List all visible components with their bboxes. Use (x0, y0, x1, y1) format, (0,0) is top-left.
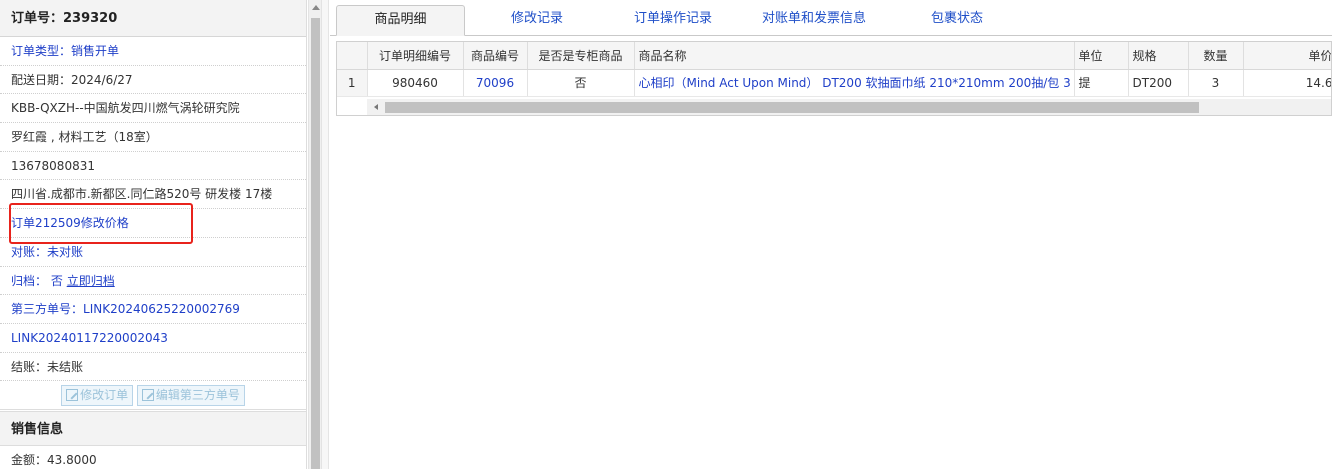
edit-icon (66, 389, 79, 402)
col-index (337, 42, 368, 70)
col-quantity[interactable]: 数量 (1188, 42, 1244, 70)
edit-third-party-label: 编辑第三方单号 (155, 388, 240, 403)
col-unit[interactable]: 单位 (1074, 42, 1129, 70)
tab-edit-history[interactable]: 修改记录 (480, 5, 594, 36)
price-change-link[interactable]: 订单212509修改价格 (0, 209, 306, 238)
counter-product-cell: 否 (527, 69, 635, 97)
scroll-up-icon[interactable] (312, 5, 320, 10)
spec-cell: DT200 (1128, 69, 1189, 97)
tab-statement-invoice[interactable]: 对账单和发票信息 (740, 5, 888, 36)
order-number-header: 订单号：239320 (0, 0, 306, 37)
table-row[interactable]: 1 980460 70096 否 心相印（Mind Act Upon Mind）… (337, 69, 1331, 97)
contact-person: 罗红霞 , 材料工艺（18室） (0, 123, 306, 152)
unit-cell: 提 (1074, 69, 1129, 97)
edit-order-label: 修改订单 (80, 388, 129, 403)
product-grid: 订单明细编号 商品编号 是否是专柜商品 商品名称 单位 规格 数量 单价 1 9… (336, 41, 1332, 116)
archive-label: 归档： (11, 273, 48, 288)
col-spec[interactable]: 规格 (1128, 42, 1189, 70)
reconcile-value: 未对账 (47, 244, 84, 259)
sales-info-section: 销售信息 (0, 411, 306, 447)
archive-value: 否 (50, 273, 63, 288)
tab-bar: 商品明细 修改记录 订单操作记录 对账单和发票信息 包裹状态 (330, 0, 1332, 36)
third-party-order: 第三方单号：LINK20240625220002769 (0, 295, 306, 324)
horizontal-scrollbar[interactable] (367, 99, 1331, 115)
product-id-link[interactable]: 70096 (463, 69, 528, 97)
edit-icon (141, 389, 154, 402)
amount: 金额：43.8000 (0, 446, 306, 469)
customer-name: KBB-QXZH--中国航发四川燃气涡轮研究院 (0, 94, 306, 124)
third-party-number-1[interactable]: LINK20240625220002769 (83, 302, 240, 316)
panel-splitter[interactable] (322, 0, 329, 469)
horizontal-scrollbar-thumb[interactable] (385, 102, 1199, 113)
archive-status: 归档： 否 立即归档 (0, 267, 306, 296)
delivery-address: 四川省.成都市.新都区.同仁路520号 研发楼 17楼 (0, 180, 306, 210)
col-product-name[interactable]: 商品名称 (634, 42, 1075, 70)
delivery-date: 配送日期：2024/6/27 (0, 66, 306, 95)
third-party-label: 第三方单号： (11, 302, 84, 317)
scrollbar-thumb[interactable] (311, 18, 320, 469)
order-type: 订单类型：销售开单 (0, 37, 306, 66)
action-buttons: 修改订单 编辑第三方单号 (0, 381, 306, 411)
edit-third-party-button[interactable]: 编辑第三方单号 (136, 385, 245, 407)
reconcile-label: 对账： (11, 244, 48, 259)
edit-order-button[interactable]: 修改订单 (61, 385, 134, 407)
order-info-panel: 订单号：239320 订单类型：销售开单 配送日期：2024/6/27 KBB-… (0, 0, 307, 469)
scroll-left-icon[interactable] (374, 104, 378, 110)
detail-panel: 商品明细 修改记录 订单操作记录 对账单和发票信息 包裹状态 订单明细编号 商品… (330, 0, 1332, 469)
row-index: 1 (337, 69, 368, 97)
product-name-link[interactable]: 心相印（Mind Act Upon Mind） DT200 软抽面巾纸 210*… (634, 69, 1075, 97)
col-product-id[interactable]: 商品编号 (463, 42, 528, 70)
tab-product-details[interactable]: 商品明细 (336, 5, 465, 36)
detail-id-cell: 980460 (367, 69, 464, 97)
vertical-scrollbar[interactable] (308, 0, 322, 469)
settlement-status: 结账：未结账 (0, 353, 306, 382)
tab-order-operations[interactable]: 订单操作记录 (608, 5, 738, 36)
phone-number: 13678080831 (0, 152, 306, 181)
col-detail-id[interactable]: 订单明细编号 (367, 42, 464, 70)
quantity-cell: 3 (1188, 69, 1244, 97)
table-header-row: 订单明细编号 商品编号 是否是专柜商品 商品名称 单位 规格 数量 单价 (337, 42, 1331, 70)
tab-package-status[interactable]: 包裹状态 (900, 5, 1014, 36)
reconcile-status: 对账：未对账 (0, 238, 306, 267)
third-party-number-2[interactable]: LINK20240117220002043 (0, 324, 306, 353)
archive-now-link[interactable]: 立即归档 (67, 274, 115, 288)
unit-price-cell: 14.6 (1243, 69, 1331, 97)
col-counter-product[interactable]: 是否是专柜商品 (527, 42, 635, 70)
col-unit-price[interactable]: 单价 (1243, 42, 1331, 70)
